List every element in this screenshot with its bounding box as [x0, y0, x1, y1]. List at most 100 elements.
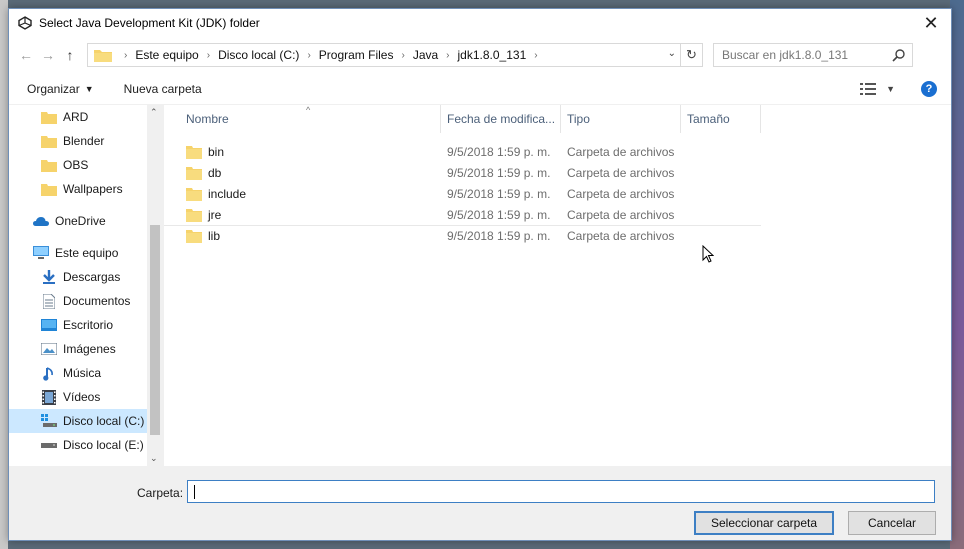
search-icon	[892, 49, 905, 62]
sidebar-item-label: Blender	[63, 134, 105, 148]
file-type: Carpeta de archivos	[567, 144, 675, 159]
sidebar-item-pictures[interactable]: Imágenes	[9, 337, 163, 361]
sidebar-item-videos[interactable]: Vídeos	[9, 385, 163, 409]
table-row[interactable]: db 9/5/2018 1:59 p. m. Carpeta de archiv…	[164, 162, 951, 183]
file-type: Carpeta de archivos	[567, 207, 675, 222]
table-row[interactable]: jre 9/5/2018 1:59 p. m. Carpeta de archi…	[164, 204, 951, 225]
view-options-button[interactable]: ▼	[860, 82, 895, 95]
sidebar-item-label: Música	[63, 366, 102, 380]
drive-c-icon	[41, 413, 57, 429]
file-name: db	[208, 165, 222, 180]
organize-button[interactable]: Organizar ▼	[27, 82, 94, 96]
chevron-right-icon[interactable]: ›	[446, 50, 449, 61]
file-rows: bin 9/5/2018 1:59 p. m. Carpeta de archi…	[164, 133, 951, 246]
caret-down-icon: ▼	[886, 83, 895, 94]
folder-icon	[41, 157, 57, 173]
sidebar-item-documents[interactable]: Documentos	[9, 289, 163, 313]
column-headers: ^ Nombre Fecha de modifica... Tipo Tamañ…	[164, 105, 951, 133]
sidebar-item-ard[interactable]: ARD	[9, 105, 163, 129]
table-row[interactable]: bin 9/5/2018 1:59 p. m. Carpeta de archi…	[164, 141, 951, 162]
table-row[interactable]: lib 9/5/2018 1:59 p. m. Carpeta de archi…	[164, 225, 761, 246]
sidebar-item-wallpapers[interactable]: Wallpapers	[9, 177, 163, 201]
table-row[interactable]: include 9/5/2018 1:59 p. m. Carpeta de a…	[164, 183, 951, 204]
address-bar[interactable]: › Este equipo › Disco local (C:) › Progr…	[87, 43, 703, 67]
folder-icon	[186, 230, 202, 243]
sidebar-item-drive-e[interactable]: Disco local (E:)	[9, 433, 163, 457]
sidebar-item-music[interactable]: Música	[9, 361, 163, 385]
sidebar-item-desktop[interactable]: Escritorio	[9, 313, 163, 337]
organize-label: Organizar	[27, 81, 80, 96]
folder-icon	[186, 166, 202, 180]
sort-ascending-icon: ^	[306, 105, 311, 115]
chevron-down-icon[interactable]: ⌄	[668, 48, 676, 59]
file-date: 9/5/2018 1:59 p. m.	[447, 207, 551, 222]
back-button[interactable]: ←	[15, 44, 37, 66]
file-name: jre	[208, 207, 222, 222]
drive-icon	[41, 437, 57, 453]
breadcrumb-item[interactable]: Java	[413, 48, 438, 62]
sidebar-item-onedrive[interactable]: OneDrive	[9, 209, 163, 233]
folder-icon	[186, 208, 202, 222]
chevron-right-icon[interactable]: ›	[401, 50, 404, 61]
breadcrumb-item[interactable]: jdk1.8.0_131	[458, 48, 527, 62]
folder-icon	[41, 109, 57, 125]
dialog-footer: Carpeta: Seleccionar carpeta Cancelar	[9, 466, 951, 540]
column-header-date[interactable]: Fecha de modifica...	[441, 105, 561, 133]
documents-icon	[41, 293, 57, 309]
breadcrumb-item[interactable]: Disco local (C:)	[218, 48, 299, 62]
scroll-up-icon[interactable]: ⌃	[150, 107, 158, 118]
chevron-right-icon[interactable]: ›	[534, 50, 537, 61]
file-name: bin	[208, 144, 225, 159]
select-folder-button[interactable]: Seleccionar carpeta	[694, 511, 834, 535]
cancel-button[interactable]: Cancelar	[848, 511, 936, 535]
column-header-size[interactable]: Tamaño	[681, 105, 761, 133]
browser-body: ARD Blender OBS Wallpapers OneDrive Este…	[9, 105, 951, 466]
file-list: ^ Nombre Fecha de modifica... Tipo Tamañ…	[164, 105, 951, 466]
breadcrumb: › Este equipo › Disco local (C:) › Progr…	[116, 48, 546, 62]
sidebar-item-label: Vídeos	[63, 390, 101, 404]
column-header-name[interactable]: Nombre	[164, 105, 441, 133]
file-date: 9/5/2018 1:59 p. m.	[447, 144, 551, 159]
scrollbar-thumb[interactable]	[150, 225, 160, 435]
music-icon	[41, 365, 57, 381]
sidebar-item-this-pc[interactable]: Este equipo	[9, 241, 163, 265]
sidebar-item-label: Imágenes	[63, 342, 116, 356]
up-button[interactable]: ↑	[59, 44, 81, 66]
new-folder-button[interactable]: Nueva carpeta	[124, 82, 202, 96]
refresh-icon[interactable]: ↻	[680, 44, 702, 66]
folder-icon	[41, 133, 57, 149]
sidebar-item-label: Descargas	[63, 270, 121, 284]
folder-icon	[94, 50, 112, 62]
chevron-right-icon[interactable]: ›	[207, 50, 210, 61]
title-bar: Select Java Development Kit (JDK) folder…	[9, 9, 951, 37]
sidebar-item-obs[interactable]: OBS	[9, 153, 163, 177]
background-app-right	[950, 0, 964, 549]
forward-button[interactable]: →	[37, 44, 59, 66]
pictures-icon	[41, 341, 57, 357]
unity-icon	[17, 15, 33, 31]
chevron-right-icon: ›	[124, 49, 128, 61]
breadcrumb-item[interactable]: Program Files	[319, 48, 394, 62]
file-type: Carpeta de archivos	[567, 165, 675, 180]
chevron-right-icon[interactable]: ›	[307, 50, 310, 61]
scroll-down-icon[interactable]: ⌄	[150, 453, 158, 464]
details-view-icon	[860, 82, 877, 95]
help-icon[interactable]: ?	[921, 80, 937, 97]
sidebar-item-drive-c[interactable]: Disco local (C:)	[9, 409, 163, 433]
file-name: include	[208, 186, 247, 201]
sidebar-item-label: Disco local (E:)	[63, 438, 144, 452]
folder-icon	[41, 181, 57, 197]
breadcrumb-item[interactable]: Este equipo	[135, 48, 198, 62]
file-type: Carpeta de archivos	[567, 186, 675, 201]
sidebar-item-downloads[interactable]: Descargas	[9, 265, 163, 289]
file-date: 9/5/2018 1:59 p. m.	[447, 229, 551, 243]
search-input[interactable]: Buscar en jdk1.8.0_131	[713, 43, 913, 67]
onedrive-icon	[33, 213, 49, 229]
column-header-type[interactable]: Tipo	[561, 105, 681, 133]
folder-input[interactable]	[187, 480, 935, 503]
close-icon[interactable]: ✕	[911, 9, 951, 37]
sidebar-scrollbar[interactable]: ⌃ ⌄	[147, 105, 163, 466]
sidebar-item-blender[interactable]: Blender	[9, 129, 163, 153]
